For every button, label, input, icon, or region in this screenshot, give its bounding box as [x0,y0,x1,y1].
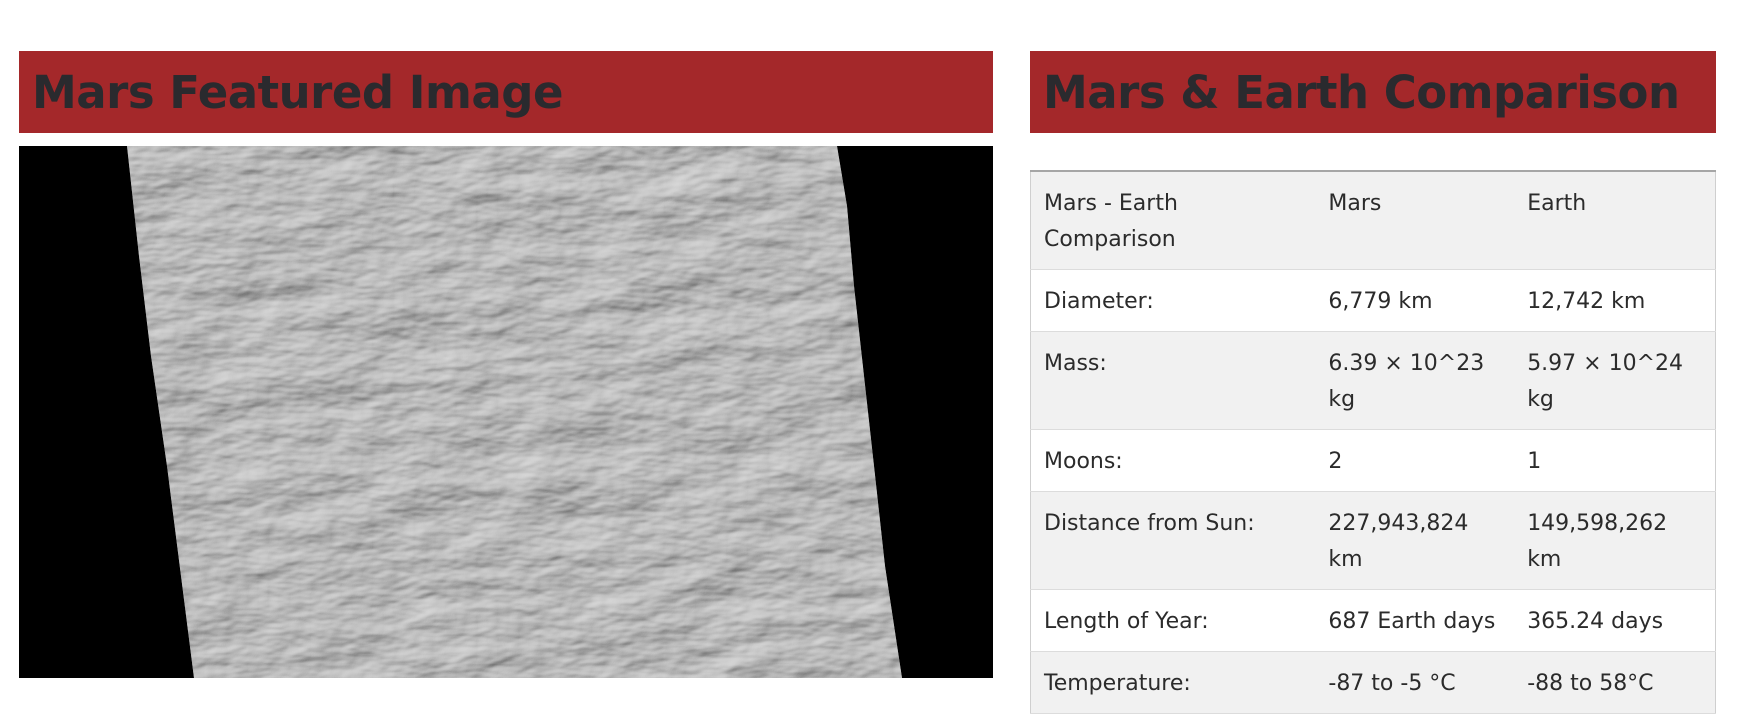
table-cell: Distance from Sun: [1030,491,1316,590]
table-header-cell: Mars [1315,171,1515,270]
table-cell: 5.97 × 10^24 kg [1514,331,1716,430]
table-cell: 12,742 km [1514,269,1716,332]
table-header-row: Mars - Earth Comparison Mars Earth [1030,171,1716,270]
comparison-header: Mars & Earth Comparison [1030,51,1716,133]
table-row: Diameter: 6,779 km 12,742 km [1030,269,1716,332]
comparison-title: Mars & Earth Comparison [1043,65,1680,119]
table-cell: 6.39 × 10^23 kg [1315,331,1515,430]
mars-dunes-image [19,146,993,678]
table-cell: Diameter: [1030,269,1316,332]
featured-image-header: Mars Featured Image [19,51,993,133]
table-cell: 365.24 days [1514,589,1716,652]
table-row: Length of Year: 687 Earth days 365.24 da… [1030,589,1716,652]
table-cell: Temperature: [1030,651,1316,714]
table-row: Mass: 6.39 × 10^23 kg 5.97 × 10^24 kg [1030,331,1716,430]
table-row: Temperature: -87 to -5 °C -88 to 58°C [1030,651,1716,714]
featured-image-title: Mars Featured Image [32,65,563,119]
table-cell: 227,943,824 km [1315,491,1515,590]
table-cell: 687 Earth days [1315,589,1515,652]
table-cell: Moons: [1030,429,1316,492]
table-cell: -87 to -5 °C [1315,651,1515,714]
table-cell: 149,598,262 km [1514,491,1716,590]
table-cell: Mass: [1030,331,1316,430]
table-cell: 6,779 km [1315,269,1515,332]
table-cell: Length of Year: [1030,589,1316,652]
table-cell: -88 to 58°C [1514,651,1716,714]
table-cell: 1 [1514,429,1716,492]
table-cell: 2 [1315,429,1515,492]
table-header-cell: Mars - Earth Comparison [1030,171,1316,270]
table-header-cell: Earth [1514,171,1716,270]
table-row: Distance from Sun: 227,943,824 km 149,59… [1030,491,1716,590]
featured-image [19,146,993,678]
comparison-table: Mars - Earth Comparison Mars Earth Diame… [1030,170,1716,714]
table-row: Moons: 2 1 [1030,429,1716,492]
